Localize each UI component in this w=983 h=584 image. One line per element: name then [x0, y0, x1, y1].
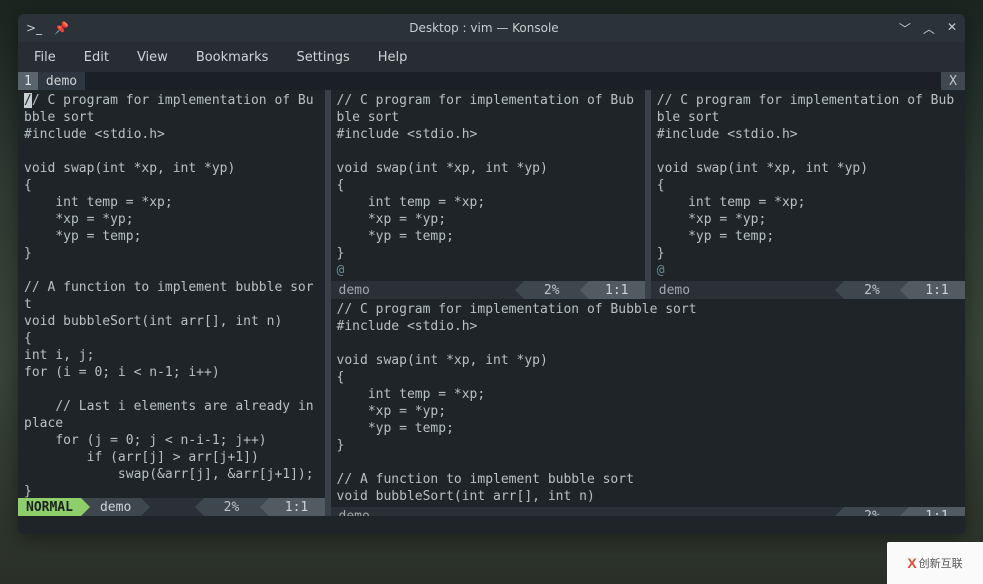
statusline-inactive: demo 2% 1:1 [651, 281, 965, 299]
menu-edit[interactable]: Edit [84, 50, 109, 65]
vim-tabline: 1 demo X [18, 72, 965, 90]
window-title: Desktop : vim — Konsole [69, 21, 899, 35]
statusline-inactive: demo 2% 1:1 [331, 507, 966, 516]
command-line[interactable] [18, 516, 965, 534]
menu-file[interactable]: File [34, 50, 56, 65]
status-file: demo [90, 498, 141, 516]
menu-view[interactable]: View [137, 50, 168, 65]
code-left[interactable]: // C program for implementation of Bubbl… [18, 90, 325, 498]
tab-index[interactable]: 1 [18, 72, 38, 90]
pane-top-right[interactable]: // C program for implementation of Bubbl… [645, 90, 965, 299]
code-top-right[interactable]: // C program for implementation of Bubbl… [651, 90, 965, 281]
statusline-inactive: demo 2% 1:1 [331, 281, 645, 299]
terminal-icon: >_ [26, 21, 42, 35]
tabline-space [85, 72, 941, 90]
tab-name[interactable]: demo [38, 72, 85, 90]
pane-bottom[interactable]: // C program for implementation of Bubbl… [331, 299, 966, 516]
pin-icon[interactable]: 📌 [54, 21, 69, 35]
status-percent: 2% [204, 498, 260, 516]
tab-close[interactable]: X [941, 72, 965, 90]
menu-settings[interactable]: Settings [296, 50, 349, 65]
close-button[interactable]: ✕ [947, 20, 957, 37]
editor-area: // C program for implementation of Bubbl… [18, 90, 965, 516]
titlebar[interactable]: >_ 📌 Desktop : vim — Konsole ﹀ ︿ ✕ [18, 14, 965, 42]
pane-left[interactable]: // C program for implementation of Bubbl… [18, 90, 325, 516]
mode-indicator: NORMAL [18, 498, 81, 516]
menubar: File Edit View Bookmarks Settings Help [18, 42, 965, 72]
code-bottom[interactable]: // C program for implementation of Bubbl… [331, 299, 966, 507]
menu-help[interactable]: Help [378, 50, 408, 65]
status-pos: 1:1 [269, 498, 325, 516]
watermark: X创新互联 [887, 542, 983, 584]
menu-bookmarks[interactable]: Bookmarks [196, 50, 269, 65]
code-top-mid[interactable]: // C program for implementation of Bubbl… [331, 90, 645, 281]
pane-top-mid[interactable]: // C program for implementation of Bubbl… [331, 90, 645, 299]
konsole-window: >_ 📌 Desktop : vim — Konsole ﹀ ︿ ✕ File … [18, 14, 965, 534]
maximize-button[interactable]: ︿ [923, 20, 935, 37]
statusline-active: NORMAL demo 2% 1:1 [18, 498, 325, 516]
minimize-button[interactable]: ﹀ [899, 20, 911, 37]
